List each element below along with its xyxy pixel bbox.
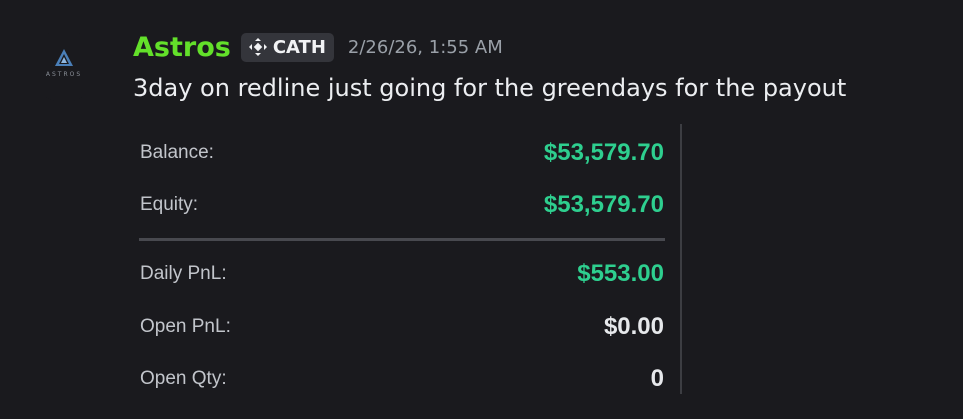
astros-logo-icon (55, 49, 73, 66)
diamond-arrows-icon (248, 38, 267, 56)
daily-pnl-row: Daily PnL: $553.00 (140, 257, 664, 291)
balance-value: $53,579.70 (543, 139, 664, 166)
account-summary-image[interactable]: Balance: $53,579.70 Equity: $53,579.70 D… (134, 124, 682, 394)
message-header: Astros CATH 2/26/26, 1:55 AM (133, 27, 503, 67)
open-qty-value: 0 (650, 365, 664, 392)
username[interactable]: Astros (133, 32, 231, 63)
equity-label: Equity: (140, 194, 199, 215)
open-pnl-value: $0.00 (603, 313, 664, 340)
equity-row: Equity: $53,579.70 (140, 188, 664, 222)
timestamp: 2/26/26, 1:55 AM (347, 36, 503, 58)
divider (139, 238, 665, 241)
role-tag[interactable]: CATH (240, 32, 334, 62)
role-tag-label: CATH (272, 36, 326, 58)
avatar-text: ASTROS (45, 71, 83, 78)
open-qty-label: Open Qty: (140, 368, 227, 389)
open-pnl-label: Open PnL: (140, 316, 231, 337)
open-qty-row: Open Qty: 0 (140, 362, 664, 396)
balance-row: Balance: $53,579.70 (140, 136, 664, 170)
chat-message: ASTROS Astros CATH 2/26/26, 1:55 AM 3day… (0, 0, 963, 419)
balance-label: Balance: (140, 142, 214, 163)
avatar[interactable]: ASTROS (28, 30, 100, 102)
daily-pnl-value: $553.00 (577, 260, 664, 287)
daily-pnl-label: Daily PnL: (140, 263, 227, 284)
equity-value: $53,579.70 (543, 191, 664, 218)
message-text: 3day on redline just going for the green… (133, 74, 847, 102)
open-pnl-row: Open PnL: $0.00 (140, 310, 664, 344)
